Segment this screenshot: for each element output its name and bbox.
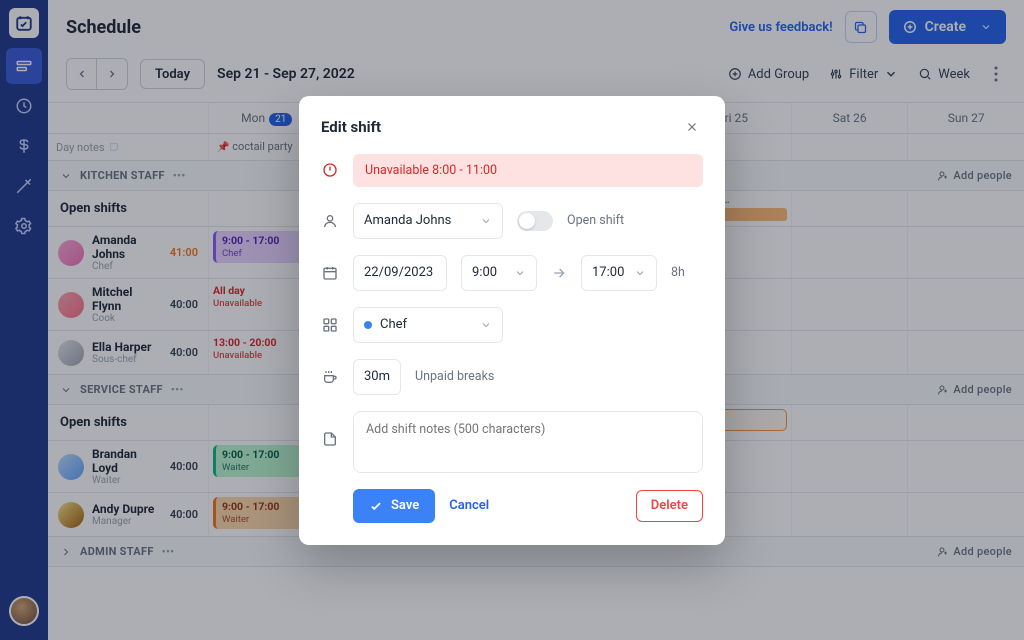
close-button[interactable] <box>681 116 703 138</box>
end-time-select[interactable]: 17:00 <box>581 255 657 291</box>
notes-textarea[interactable] <box>353 411 703 473</box>
unavailable-banner: Unavailable 8:00 - 11:00 <box>353 154 703 187</box>
chevron-down-icon <box>634 267 646 279</box>
modal-title: Edit shift <box>321 118 381 136</box>
role-select[interactable]: Chef <box>353 307 503 343</box>
assignee-select[interactable]: Amanda Johns <box>353 203 503 239</box>
open-shift-label: Open shift <box>567 213 624 228</box>
modal-scrim[interactable]: Edit shift Unavailable 8:00 - 11:00 Aman… <box>0 0 1024 640</box>
calendar-icon <box>321 265 339 281</box>
edit-shift-modal: Edit shift Unavailable 8:00 - 11:00 Aman… <box>299 96 725 545</box>
arrow-right-icon <box>551 265 567 281</box>
start-time-select[interactable]: 9:00 <box>461 255 537 291</box>
role-color-dot <box>364 321 372 329</box>
chevron-down-icon <box>480 319 492 331</box>
chevron-down-icon <box>480 215 492 227</box>
cancel-button[interactable]: Cancel <box>449 498 489 513</box>
check-icon <box>369 499 383 513</box>
alert-icon <box>321 162 339 178</box>
document-icon <box>321 431 339 447</box>
save-button[interactable]: Save <box>353 489 435 523</box>
break-label: Unpaid breaks <box>415 369 494 384</box>
duration-label: 8h <box>671 265 685 280</box>
close-icon <box>685 120 699 134</box>
user-icon <box>321 213 339 229</box>
chevron-down-icon <box>514 267 526 279</box>
grid-icon <box>321 317 339 333</box>
coffee-icon <box>321 369 339 385</box>
break-input[interactable]: 30m <box>353 359 401 395</box>
open-shift-toggle[interactable] <box>517 211 553 231</box>
delete-button[interactable]: Delete <box>636 490 703 522</box>
date-input[interactable]: 22/09/2023 <box>353 255 447 291</box>
